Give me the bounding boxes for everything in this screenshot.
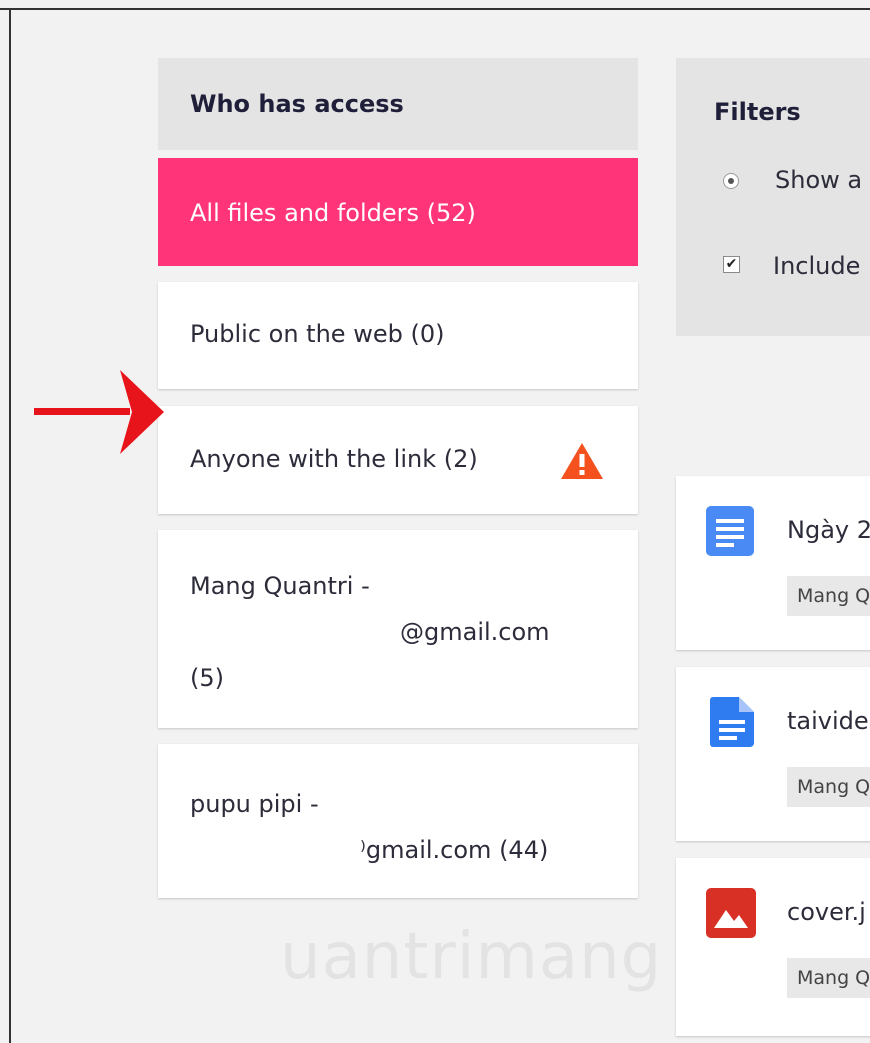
show-all-radio[interactable] <box>723 173 739 189</box>
owner-chip: Mang Q <box>787 958 870 998</box>
file-name: Ngày 2 <box>787 516 870 544</box>
user-name: pupu pipi - <box>190 790 319 818</box>
file-card[interactable]: cover.j Mang Q <box>676 858 870 1036</box>
file-name: taivide <box>787 707 869 735</box>
watermark-logo: uantrimang <box>280 920 662 994</box>
filters-title: Filters <box>714 98 801 126</box>
user-email: ⁾gmail.com (44) <box>360 836 549 864</box>
show-all-label: Show a <box>775 166 863 194</box>
annotation-arrow <box>34 370 164 454</box>
image-icon <box>706 888 756 938</box>
user-name: Mang Quantri - <box>190 572 370 600</box>
sidebar-item-user-mang-quantri[interactable]: Mang Quantri - @gmail.com (5) <box>158 530 638 728</box>
user-email: @gmail.com <box>400 618 550 646</box>
sidebar-item-all-files[interactable]: All files and folders (52) <box>158 158 638 266</box>
window-border-top <box>0 8 870 10</box>
file-icon <box>710 697 754 747</box>
file-card[interactable]: taivide Mang Q <box>676 667 870 841</box>
sidebar-item-label: All files and folders (52) <box>190 199 476 227</box>
sidebar-title: Who has access <box>158 58 638 150</box>
include-label: Include <box>773 252 861 280</box>
sidebar-item-label: Public on the web (0) <box>190 320 445 348</box>
include-checkbox[interactable]: ✔ <box>723 256 740 273</box>
window-border-left <box>9 8 11 1043</box>
warning-icon <box>561 443 603 479</box>
access-sidebar: Who has access All files and folders (52… <box>158 58 638 898</box>
owner-chip: Mang Q <box>787 767 870 807</box>
filters-panel: Filters Show a ✔ Include <box>676 58 870 336</box>
sidebar-item-anyone-with-link[interactable]: Anyone with the link (2) <box>158 406 638 514</box>
user-file-count: (5) <box>190 664 224 692</box>
file-card[interactable]: Ngày 2 Mang Q <box>676 476 870 650</box>
watermark-text: uantrimang <box>280 920 663 994</box>
file-name: cover.j <box>787 898 866 926</box>
sidebar-item-label: Anyone with the link (2) <box>190 445 478 473</box>
docs-icon <box>706 506 754 556</box>
owner-chip: Mang Q <box>787 576 870 616</box>
sidebar-item-public-web[interactable]: Public on the web (0) <box>158 282 638 389</box>
sidebar-item-user-pupu-pipi[interactable]: pupu pipi - ⁾gmail.com (44) <box>158 744 638 898</box>
